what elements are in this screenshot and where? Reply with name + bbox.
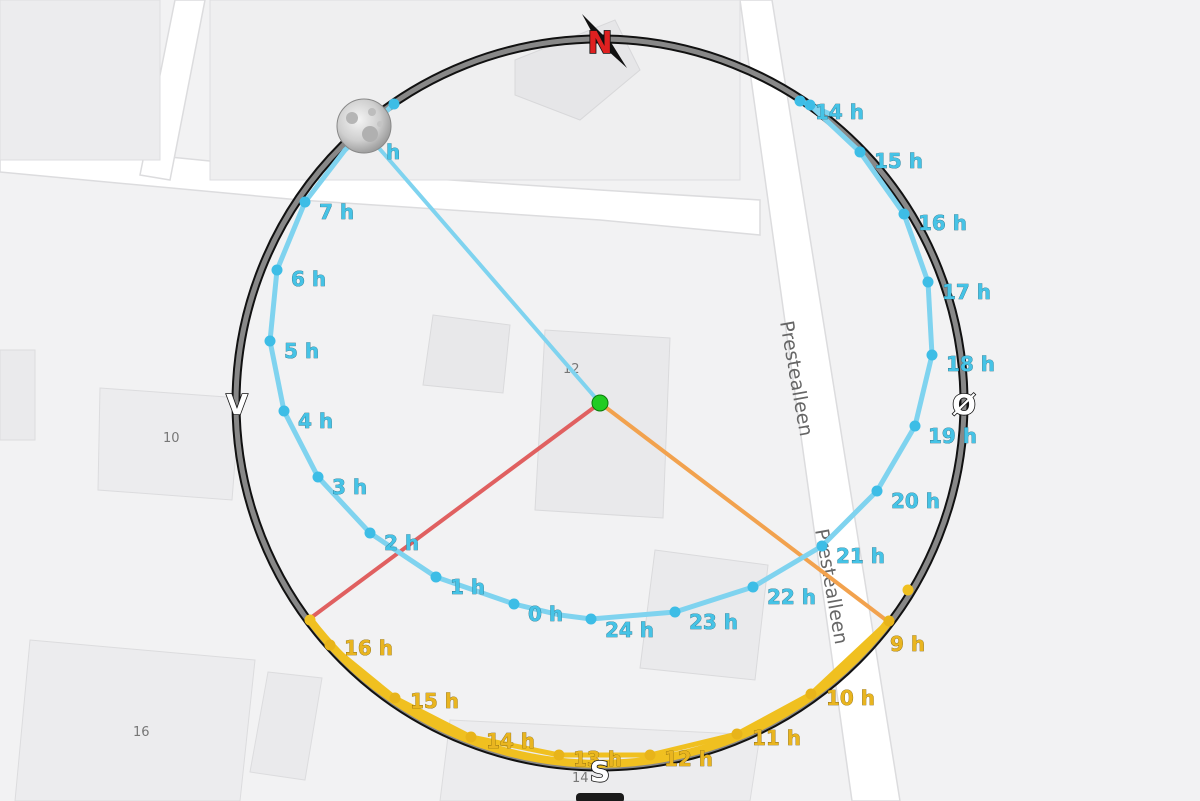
building-label-16: 16 [133, 725, 150, 740]
compass-east-label: Ø [952, 388, 976, 421]
sun-hour-label: 9 h [890, 632, 925, 656]
moon-hour-label: 23 h [689, 610, 738, 634]
sun-hour-marker [324, 639, 336, 651]
sun-hour-marker [644, 749, 656, 761]
sun-hour-marker [731, 728, 743, 740]
moon-hour-label: 15 h [874, 149, 923, 173]
compass-west-label: V [226, 388, 248, 421]
moon-hour-marker [271, 264, 283, 276]
moon-hour-marker [871, 485, 883, 497]
moon-hour-label: h [386, 140, 400, 164]
moon-hour-marker [585, 613, 597, 625]
sun-hour-marker [883, 615, 895, 627]
sun-hour-marker [465, 731, 477, 743]
moon-hour-label: 24 h [605, 618, 654, 642]
moon-hour-marker [669, 606, 681, 618]
moon-hour-label: 14 h [815, 100, 864, 124]
building-label-10: 10 [163, 431, 180, 446]
moon-hour-label: 1 h [450, 575, 485, 599]
moon-hour-label: 0 h [528, 602, 563, 626]
moon-hour-marker [312, 471, 324, 483]
moon-hour-marker [508, 598, 520, 610]
moon-hour-marker [909, 420, 921, 432]
ring-event-marker [304, 614, 316, 626]
sun-hour-marker [389, 692, 401, 704]
moon-hour-marker [299, 196, 311, 208]
sun-hour-label: 14 h [486, 729, 535, 753]
sun-hour-label: 16 h [344, 636, 393, 660]
moon-hour-label: 18 h [946, 352, 995, 376]
sun-moon-map-view[interactable]: 12 10 16 14 Prestealleen Prestealleen 0 … [0, 0, 1200, 801]
moon-hour-marker [804, 99, 816, 111]
moon-hour-marker [898, 208, 910, 220]
moon-hour-marker [747, 581, 759, 593]
sun-hour-marker [805, 688, 817, 700]
moon-hour-label: 17 h [942, 280, 991, 304]
compass-south-label: S [590, 755, 610, 788]
moon-hour-marker [926, 349, 938, 361]
moon-hour-marker [364, 527, 376, 539]
moon-hour-label: 6 h [291, 267, 326, 291]
moon-hour-label: 20 h [891, 489, 940, 513]
compass-north-label: N [587, 26, 612, 61]
moon-hour-marker [430, 571, 442, 583]
moon-hour-marker [264, 335, 276, 347]
sun-hour-label: 10 h [826, 686, 875, 710]
moon-hour-marker [922, 276, 934, 288]
moon-hour-label: 22 h [767, 585, 816, 609]
location-marker[interactable] [591, 394, 609, 412]
building-label-14: 14 [572, 771, 589, 786]
sun-hour-label: 12 h [664, 747, 713, 771]
moon-hour-label: 21 h [836, 544, 885, 568]
moon-hour-label: 5 h [284, 339, 319, 363]
moon-hour-marker [278, 405, 290, 417]
moon-hour-label: 4 h [298, 409, 333, 433]
full-moon-icon[interactable] [336, 98, 392, 154]
sun-hour-label: 15 h [410, 689, 459, 713]
moon-hour-label: 7 h [319, 200, 354, 224]
sun-hour-marker [553, 749, 565, 761]
ring-event-marker [902, 584, 914, 596]
map-canvas[interactable]: 12 10 16 14 Prestealleen Prestealleen 0 … [0, 0, 1200, 801]
moon-hour-label: 16 h [918, 211, 967, 235]
moon-hour-label: 2 h [384, 531, 419, 555]
moon-hour-label: 19 h [928, 424, 977, 448]
moon-hour-label: 3 h [332, 475, 367, 499]
moon-hour-marker [854, 146, 866, 158]
ring-event-marker [794, 95, 806, 107]
moon-hour-marker [816, 540, 828, 552]
sun-hour-label: 11 h [752, 726, 801, 750]
moon-hour-marker [388, 98, 400, 110]
